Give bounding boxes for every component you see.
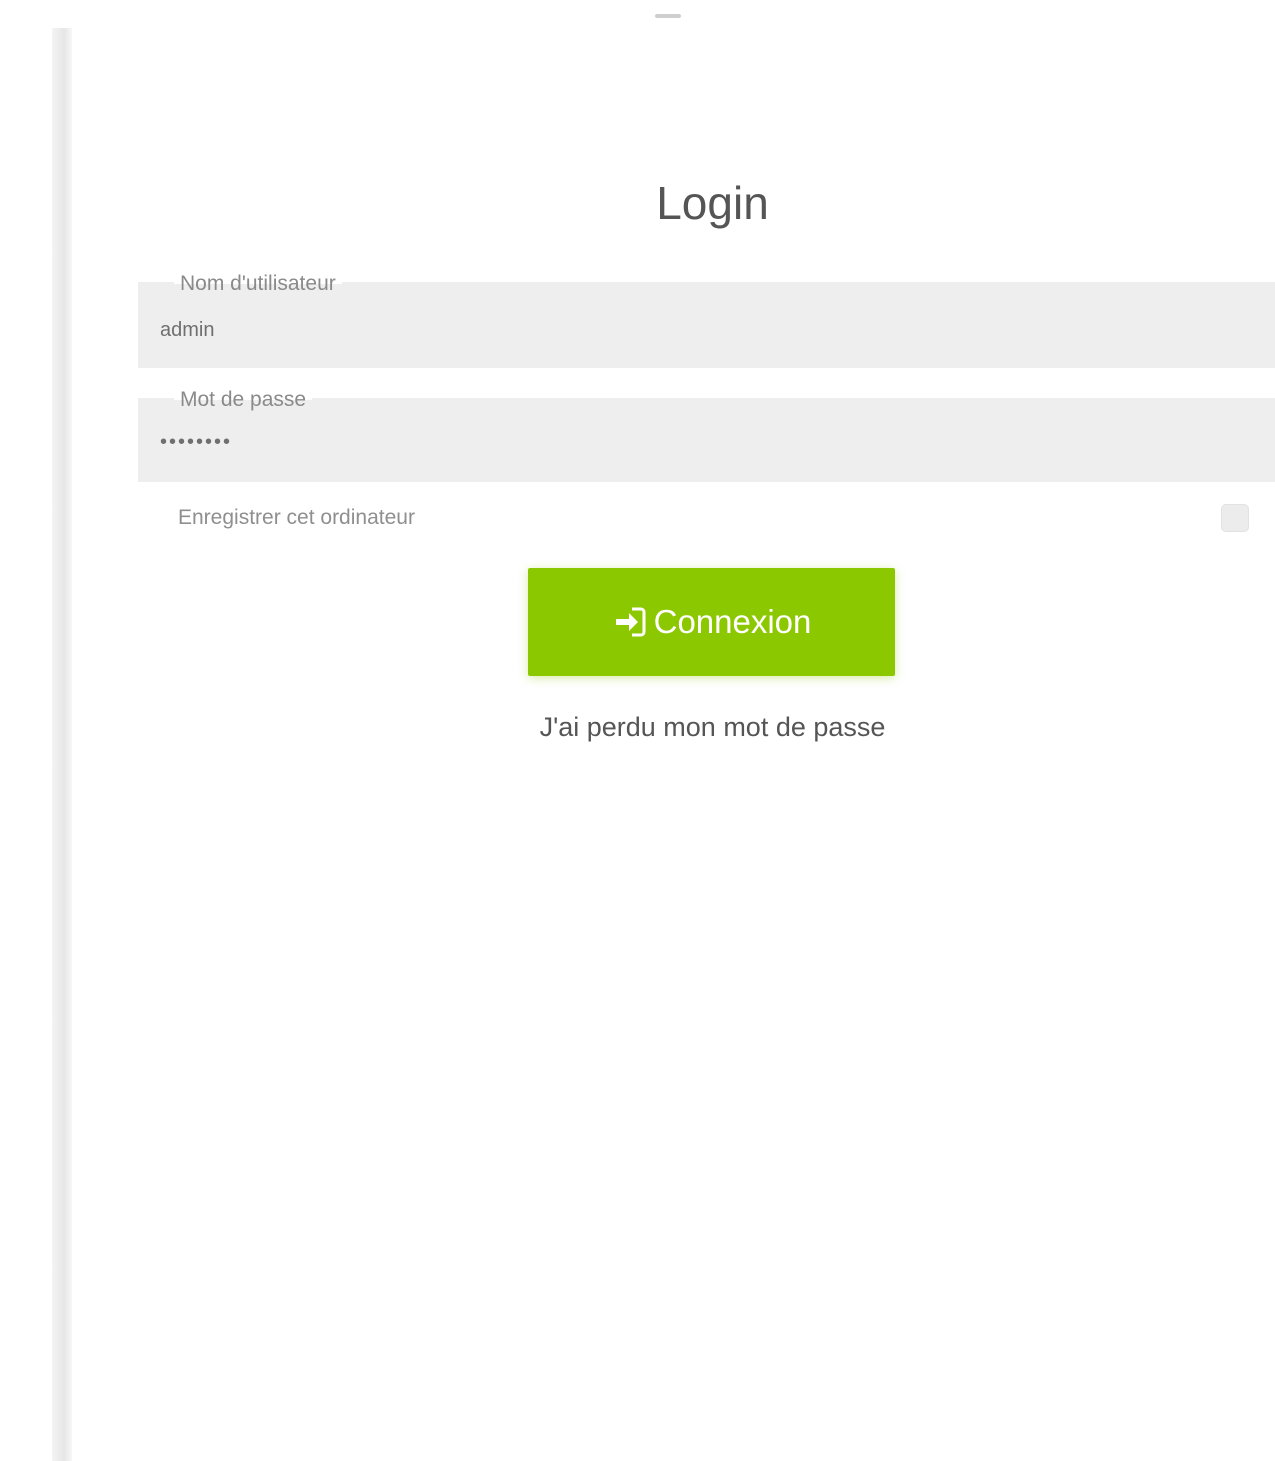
top-handle: [655, 14, 681, 18]
forgot-password-link[interactable]: J'ai perdu mon mot de passe: [0, 712, 1275, 743]
sign-in-icon: [612, 604, 648, 640]
username-field: Nom d'utilisateur: [138, 272, 1275, 368]
remember-row: Enregistrer cet ordinateur: [178, 502, 1253, 536]
password-field: Mot de passe: [138, 388, 1275, 482]
login-page: Login Nom d'utilisateur Mot de passe Enr…: [0, 0, 1275, 1461]
login-button-label: Connexion: [653, 603, 812, 640]
remember-label: Enregistrer cet ordinateur: [178, 506, 415, 529]
username-label: Nom d'utilisateur: [174, 272, 342, 296]
login-button[interactable]: Connexion: [528, 568, 895, 676]
left-scroll-rail: [52, 28, 72, 1461]
page-title: Login: [656, 177, 769, 229]
remember-checkbox[interactable]: [1221, 504, 1249, 532]
password-label: Mot de passe: [174, 388, 313, 412]
username-input[interactable]: [160, 312, 1240, 348]
password-input[interactable]: [160, 424, 1240, 460]
